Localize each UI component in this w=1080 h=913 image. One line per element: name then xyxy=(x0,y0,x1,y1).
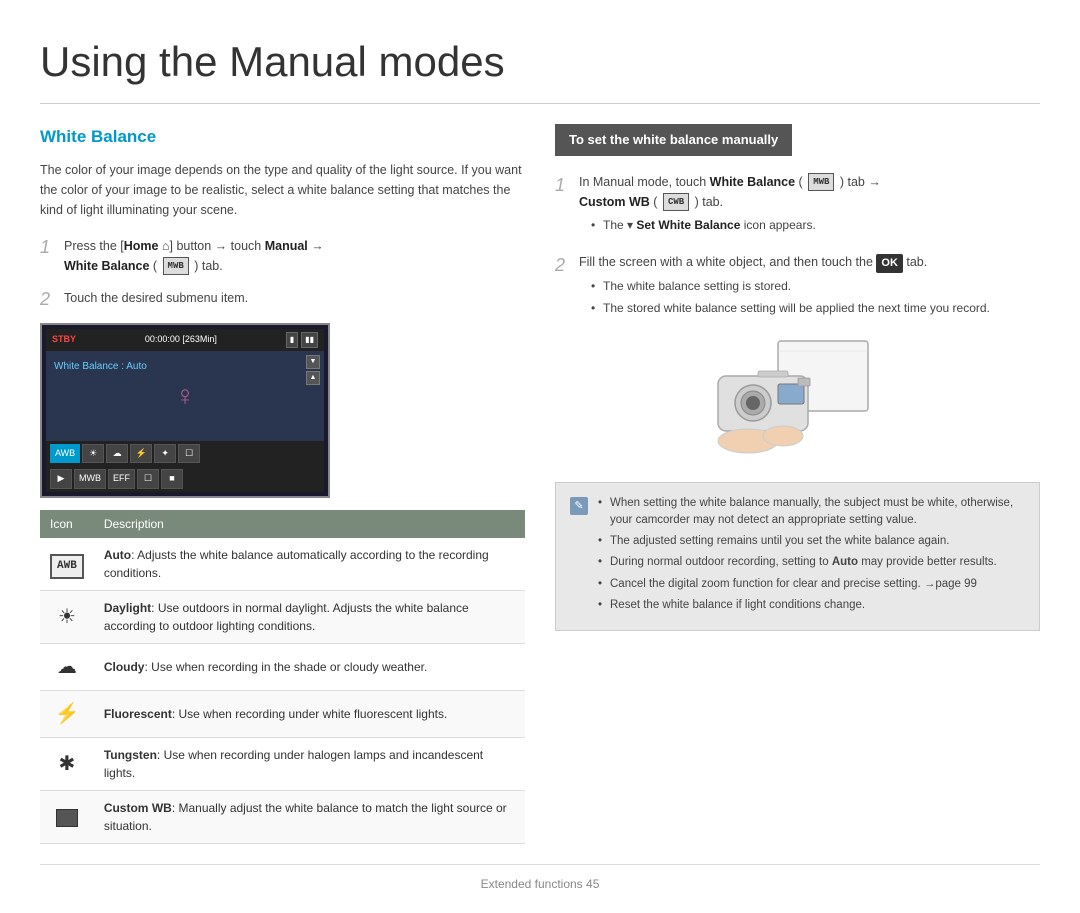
step2-bullet-2: The stored white balance setting will be… xyxy=(591,299,990,318)
cam-menu-icon-fluor: ⚡ xyxy=(130,444,152,464)
step-1-number: 1 xyxy=(40,236,56,259)
camera-illustration xyxy=(698,336,898,466)
note-bullet-4: Cancel the digital zoom function for cle… xyxy=(598,576,1025,593)
cam-icon-battery: ▮ xyxy=(286,332,298,348)
table-row: ☀Daylight: Use outdoors in normal daylig… xyxy=(40,590,525,643)
icon-description-table: Icon Description AWB Auto: Adjusts the wh… xyxy=(40,510,525,844)
table-cell-icon: ⚡ xyxy=(40,690,94,737)
right-step-2: 2 Fill the screen with a white object, a… xyxy=(555,252,1040,322)
icon-box-awb: AWB xyxy=(50,554,84,579)
cam-bottom-icon-4: ☐ xyxy=(137,469,159,489)
cam-bird-graphic: ♀ xyxy=(175,375,196,417)
table-cell-desc: Daylight: Use outdoors in normal dayligh… xyxy=(94,590,525,643)
table-row: Custom WB: Manually adjust the white bal… xyxy=(40,790,525,843)
cam-wb-label: White Balance : Auto xyxy=(54,359,147,374)
table-row: AWB Auto: Adjusts the white balance autom… xyxy=(40,538,525,591)
step1-bullet-1: The ▾ Set White Balance icon appears. xyxy=(591,216,881,235)
cam-timer: 00:00:00 [263Min] xyxy=(145,333,217,347)
cam-bottom-bar: ▶ MWB EFF ☐ ■ xyxy=(46,466,324,492)
cam-bottom-icon-3: EFF xyxy=(108,469,135,489)
camera-ui-mockup: STBY 00:00:00 [263Min] ▮ ▮▮ White Balanc… xyxy=(40,323,330,498)
cam-stby: STBY xyxy=(52,333,76,347)
icon-box-cwb xyxy=(56,809,78,827)
footer: Extended functions 45 xyxy=(40,864,1040,893)
cam-icons-right: ▮ ▮▮ xyxy=(286,332,318,348)
page-title: Using the Manual modes xyxy=(40,30,1040,104)
cam-menu-icon-bulb: ✦ xyxy=(154,444,176,464)
note-icon: ✎ xyxy=(570,497,588,515)
right-step-1-text: In Manual mode, touch White Balance ( MW… xyxy=(579,172,881,238)
right-step-2-text: Fill the screen with a white object, and… xyxy=(579,252,990,322)
note-bullet-5: Reset the white balance if light conditi… xyxy=(598,597,1025,614)
cam-menu-icon-wb: AWB xyxy=(50,444,80,464)
step2-bullets: The white balance setting is stored. The… xyxy=(579,277,990,318)
cam-menu-bar: AWB ☀ ☁ ⚡ ✦ ☐ xyxy=(46,441,324,467)
table-cell-desc: Cloudy: Use when recording in the shade … xyxy=(94,643,525,690)
step-1: 1 Press the [Home ⌂] button → touch Manu… xyxy=(40,236,525,276)
note-bullet-2: The adjusted setting remains until you s… xyxy=(598,533,1025,550)
note-content: When setting the white balance manually,… xyxy=(598,495,1025,615)
table-cell-desc: Custom WB: Manually adjust the white bal… xyxy=(94,790,525,843)
section-heading: White Balance xyxy=(40,124,525,150)
table-row: ✱Tungsten: Use when recording under halo… xyxy=(40,737,525,790)
ok-button: OK xyxy=(876,254,903,274)
table-row: ☁Cloudy: Use when recording in the shade… xyxy=(40,643,525,690)
step2-bullet-1: The white balance setting is stored. xyxy=(591,277,990,296)
left-column: White Balance The color of your image de… xyxy=(40,124,525,844)
intro-text: The color of your image depends on the t… xyxy=(40,160,525,220)
step-2-text: Touch the desired submenu item. xyxy=(64,288,248,308)
right-header-box: To set the white balance manually xyxy=(555,124,792,156)
step-2-number: 2 xyxy=(40,288,56,311)
mwb-icon-right: MWB xyxy=(808,173,834,191)
cam-bottom-icon-5: ■ xyxy=(161,469,183,489)
note-bullet-3: During normal outdoor recording, setting… xyxy=(598,554,1025,571)
note-bullet-1: When setting the white balance manually,… xyxy=(598,495,1025,530)
cam-bottom-icon-1: ▶ xyxy=(50,469,72,489)
cam-menu-icon-cloud: ☁ xyxy=(106,444,128,464)
right-step-2-number: 2 xyxy=(555,252,571,279)
right-step-1: 1 In Manual mode, touch White Balance ( … xyxy=(555,172,1040,238)
table-cell-icon: AWB xyxy=(40,538,94,591)
table-header-icon: Icon xyxy=(40,510,94,538)
step-2: 2 Touch the desired submenu item. xyxy=(40,288,525,311)
cam-side-icon-1: ▼ xyxy=(306,355,320,369)
cam-bottom-icon-2: MWB xyxy=(74,469,106,489)
cam-screen: White Balance : Auto ♀ ▼ ▲ xyxy=(46,351,324,441)
table-cell-icon: ✱ xyxy=(40,737,94,790)
right-column: To set the white balance manually 1 In M… xyxy=(555,124,1040,844)
right-step-1-number: 1 xyxy=(555,172,571,199)
table-cell-icon xyxy=(40,790,94,843)
table-cell-desc: Auto: Adjusts the white balance automati… xyxy=(94,538,525,591)
table-cell-desc: Tungsten: Use when recording under halog… xyxy=(94,737,525,790)
table-header-desc: Description xyxy=(94,510,525,538)
cam-side-icons: ▼ ▲ xyxy=(306,355,320,385)
mwb-icon-step1: MWB xyxy=(163,257,189,275)
cam-side-icon-2: ▲ xyxy=(306,371,320,385)
cam-icon-signal: ▮▮ xyxy=(301,332,318,348)
cwb-icon-right: CWB xyxy=(663,193,689,211)
step1-bullets: The ▾ Set White Balance icon appears. xyxy=(579,216,881,235)
cam-menu-icon-cwb: ☐ xyxy=(178,444,200,464)
table-cell-icon: ☁ xyxy=(40,643,94,690)
step-1-text: Press the [Home ⌂] button → touch Manual… xyxy=(64,236,324,276)
note-box: ✎ When setting the white balance manuall… xyxy=(555,482,1040,632)
table-cell-icon: ☀ xyxy=(40,590,94,643)
cam-menu-icon-sun: ☀ xyxy=(82,444,104,464)
table-row: ⚡Fluorescent: Use when recording under w… xyxy=(40,690,525,737)
table-cell-desc: Fluorescent: Use when recording under wh… xyxy=(94,690,525,737)
cam-top-bar: STBY 00:00:00 [263Min] ▮ ▮▮ xyxy=(46,329,324,351)
